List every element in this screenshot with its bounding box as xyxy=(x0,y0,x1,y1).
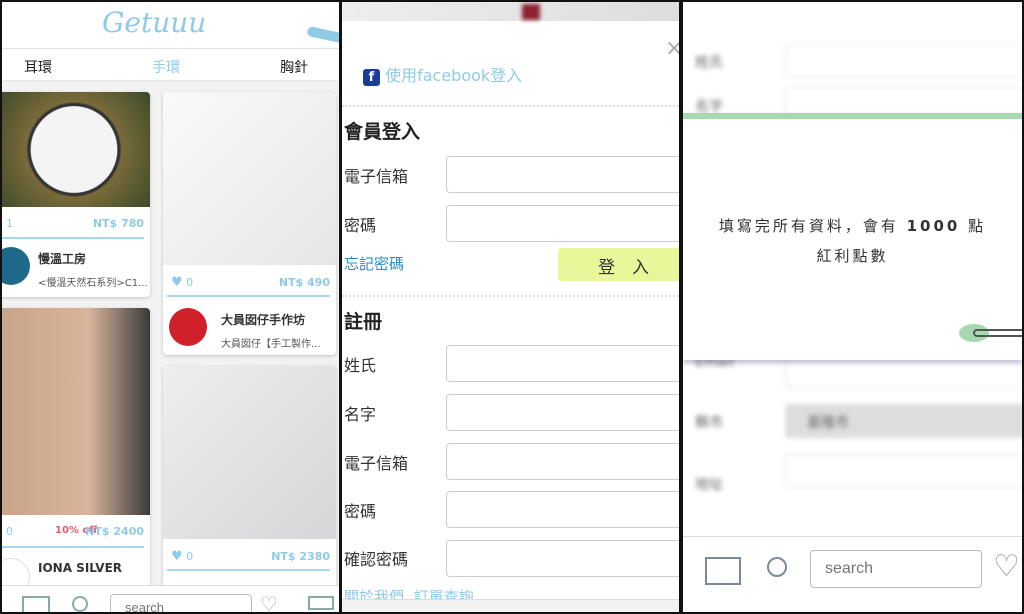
product-desc: 大員囡仔【手工製作... xyxy=(221,339,321,350)
forgot-password-link[interactable]: 忘記密碼 xyxy=(344,253,404,274)
heart-icon[interactable]: ♥ xyxy=(171,549,183,564)
bottom-bar: ♡ xyxy=(683,536,1022,612)
news-icon[interactable] xyxy=(705,557,741,585)
login-modal-screen: × f 使用facebook登入 會員登入 電子信箱 密碼 忘記密碼 登 入 註… xyxy=(342,2,679,612)
bonus-popup: 填寫完所有資料，會有 1000 點 紅利點數 xyxy=(683,113,1022,360)
first-name-input[interactable] xyxy=(446,394,679,431)
city-select[interactable]: 基隆市 xyxy=(785,404,1022,438)
product-card[interactable]: ♥ 0 NT$ 490 大員囡仔手作坊 大員囡仔【手工製作... xyxy=(163,92,336,355)
email-label: 電子信箱 xyxy=(344,167,409,186)
product-card[interactable]: ♥ 0 NT$ 2380 xyxy=(163,366,336,596)
price: NT$ 490 xyxy=(278,276,330,289)
confirm-password-input[interactable] xyxy=(446,540,679,577)
zoom-icon[interactable] xyxy=(72,596,88,612)
tab-bracelets[interactable]: 手環 xyxy=(152,57,180,77)
bg-label: 地址 xyxy=(695,477,723,493)
confirm-password-label: 確認密碼 xyxy=(344,550,409,569)
register-password-label: 密碼 xyxy=(344,502,377,521)
search-input[interactable] xyxy=(110,594,252,612)
login-password-input[interactable] xyxy=(446,205,679,242)
category-tabs: 耳環 手環 胸針 xyxy=(2,48,339,80)
shop-name[interactable]: 慢溫工房 xyxy=(38,250,86,267)
decoration-hand-icon xyxy=(306,25,339,45)
login-button[interactable]: 登 入 xyxy=(558,248,679,281)
last-name-label: 姓氏 xyxy=(344,356,377,375)
shop-avatar xyxy=(169,308,207,346)
product-image xyxy=(2,92,150,207)
close-icon[interactable]: × xyxy=(665,36,679,61)
shop-name[interactable]: IONA SILVER xyxy=(38,561,122,575)
register-email-input[interactable] xyxy=(446,443,679,480)
first-name-label: 名字 xyxy=(344,405,377,424)
like-count: 0 xyxy=(6,525,13,538)
shop-name[interactable]: 大員囡仔手作坊 xyxy=(221,311,305,328)
price: NT$ 780 xyxy=(92,217,144,230)
product-desc: <慢溫天然石系列>C1... xyxy=(38,278,148,289)
like-count: ♥ 0 xyxy=(171,275,194,290)
register-password-input[interactable] xyxy=(446,491,679,528)
register-popup-screen: 姓氏 名字 Email 縣市 基隆市 地址 填寫完所有資料，會有 1000 點 … xyxy=(683,2,1022,612)
popup-message: 填寫完所有資料，會有 1000 點 xyxy=(718,217,987,235)
cart-icon[interactable] xyxy=(308,596,334,610)
bg-label: 縣市 xyxy=(695,415,723,431)
login-email-input[interactable] xyxy=(446,156,679,193)
shop-list-screen: Getuuu 耳環 手環 胸針 1 NT$ 780 慢溫工房 <慢溫天然石系列>… xyxy=(2,2,339,612)
product-grid: 1 NT$ 780 慢溫工房 <慢溫天然石系列>C1... ♥ 0 NT$ 49… xyxy=(2,82,339,598)
product-image xyxy=(163,92,336,265)
product-card[interactable]: 0 10% off NT$ 2400 IONA SILVER xyxy=(2,308,150,598)
member-login-title: 會員登入 xyxy=(344,121,421,143)
price: NT$ 2400 xyxy=(85,525,144,538)
facebook-icon: f xyxy=(363,69,380,86)
last-name-input[interactable] xyxy=(446,345,679,382)
shop-avatar xyxy=(2,247,30,285)
zoom-icon[interactable] xyxy=(767,557,787,577)
tab-brooches[interactable]: 胸針 xyxy=(280,57,308,77)
bg-label: 姓氏 xyxy=(695,55,723,71)
heart-icon[interactable]: ♥ xyxy=(171,275,183,290)
heart-icon[interactable]: ♡ xyxy=(993,549,1020,584)
password-label: 密碼 xyxy=(344,216,377,235)
product-image xyxy=(163,366,336,539)
product-card[interactable]: 1 NT$ 780 慢溫工房 <慢溫天然石系列>C1... xyxy=(2,92,150,297)
search-input[interactable] xyxy=(810,550,982,588)
heart-icon[interactable]: ♡ xyxy=(260,592,278,612)
like-count: 1 xyxy=(6,217,13,230)
register-email-label: 電子信箱 xyxy=(344,454,409,473)
register-title: 註冊 xyxy=(344,311,383,333)
facebook-login-link[interactable]: f 使用facebook登入 xyxy=(363,62,522,86)
popup-message-line2: 紅利點數 xyxy=(816,247,889,265)
like-count: ♥ 0 xyxy=(171,549,194,564)
app-logo: Getuuu xyxy=(102,6,207,39)
price: NT$ 2380 xyxy=(271,550,330,563)
tab-earrings[interactable]: 耳環 xyxy=(24,57,52,77)
bottom-bar: ♡ xyxy=(2,585,339,612)
product-image xyxy=(2,308,150,515)
news-icon[interactable] xyxy=(22,596,50,612)
